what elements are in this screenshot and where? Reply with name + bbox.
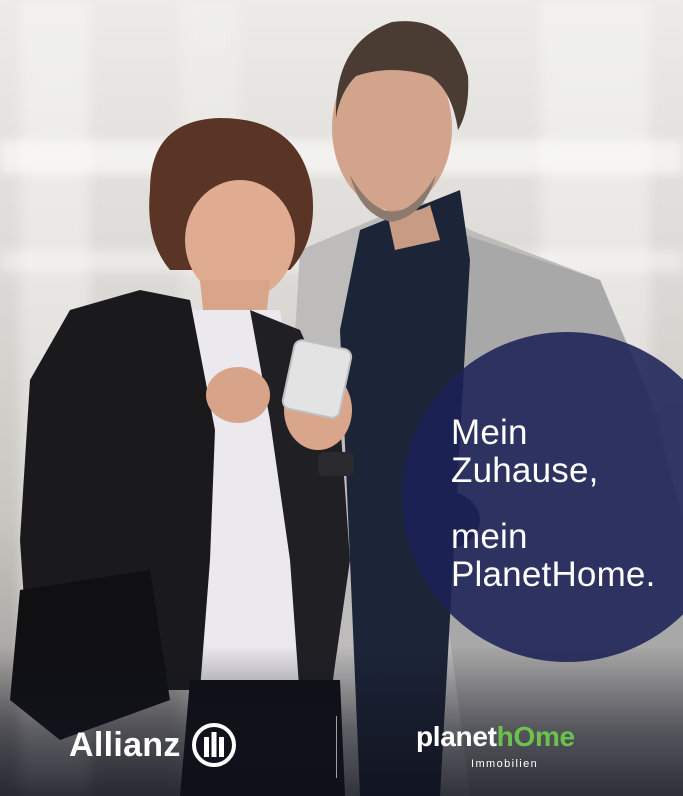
planethome-brand: planethOme Immobilien bbox=[416, 720, 616, 770]
planethome-word-planet: planet bbox=[416, 721, 497, 752]
headline-line-3: mein bbox=[451, 517, 528, 556]
advertisement: Mein Zuhause, mein PlanetHome. Allianz p… bbox=[0, 0, 683, 796]
headline-line-1: Mein bbox=[451, 413, 528, 452]
planethome-subtitle: Immobilien bbox=[471, 758, 539, 770]
allianz-eagle-icon bbox=[191, 723, 236, 767]
allianz-wordmark: Allianz bbox=[69, 725, 181, 764]
headline-line-2: Zuhause, bbox=[451, 451, 599, 490]
allianz-brand: Allianz bbox=[69, 722, 237, 768]
headline-line-4: PlanetHome. bbox=[451, 555, 656, 594]
logo-divider bbox=[336, 716, 337, 778]
planethome-word-home: hOme bbox=[496, 721, 575, 752]
headline: Mein Zuhause, mein PlanetHome. bbox=[451, 414, 656, 594]
planethome-wordmark: planethOme bbox=[416, 720, 616, 754]
